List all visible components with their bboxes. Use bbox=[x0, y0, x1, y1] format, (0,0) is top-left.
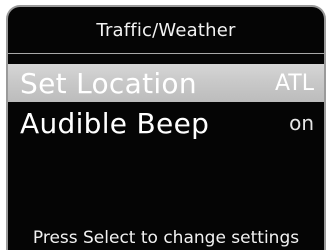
title-divider bbox=[8, 53, 324, 54]
device-frame: Traffic/Weather Set Location ATL Audible… bbox=[0, 0, 332, 250]
menu-item-set-location[interactable]: Set Location ATL bbox=[8, 64, 324, 102]
screen-title: Traffic/Weather bbox=[96, 19, 236, 41]
menu-item-value: on bbox=[289, 111, 314, 135]
menu-item-label: Set Location bbox=[20, 66, 197, 100]
display-screen: Traffic/Weather Set Location ATL Audible… bbox=[6, 5, 326, 250]
menu-item-value: ATL bbox=[274, 70, 314, 96]
menu-item-audible-beep[interactable]: Audible Beep on bbox=[8, 104, 324, 142]
menu-item-label: Audible Beep bbox=[20, 106, 210, 140]
instruction-text: Press Select to change settings bbox=[32, 228, 300, 248]
